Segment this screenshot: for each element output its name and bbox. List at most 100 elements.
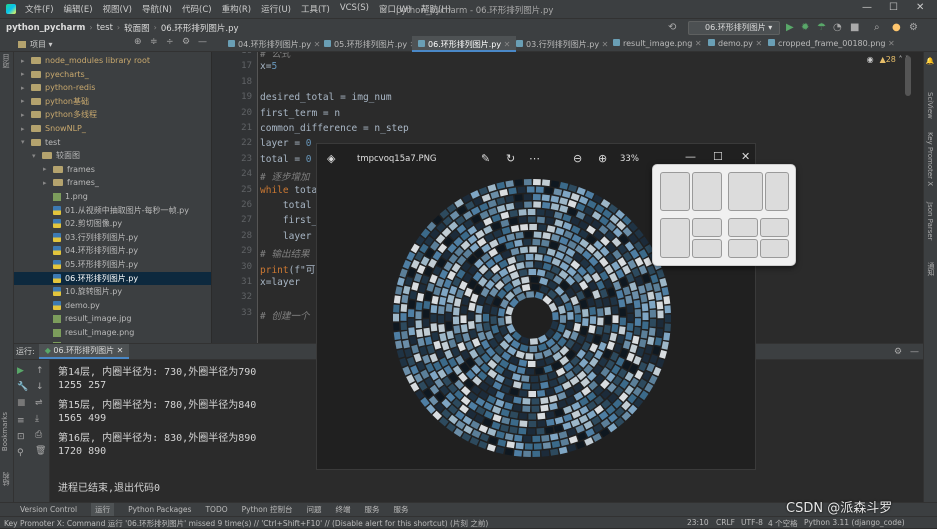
chevron-right-icon[interactable]: ▸ xyxy=(43,179,53,187)
snap-quad-bottom-left[interactable] xyxy=(728,239,758,258)
code-line[interactable]: first_term = n xyxy=(260,108,340,119)
editor-tab[interactable]: 04.环形排列图片.py ✕ xyxy=(222,36,326,52)
update-icon[interactable]: ● xyxy=(892,22,901,33)
bottom-tool-tab[interactable]: Version Control xyxy=(20,505,77,514)
snap-two-thirds-left[interactable] xyxy=(728,172,763,211)
structure-tool-label[interactable]: 结构 xyxy=(1,472,11,486)
code-line[interactable]: while tota xyxy=(260,185,317,196)
project-panel-title[interactable]: 项目 xyxy=(30,39,46,50)
bottom-tool-tab[interactable]: 服务 xyxy=(365,504,380,515)
editor-scrollbar[interactable] xyxy=(905,56,911,96)
stop-icon[interactable]: ■ xyxy=(850,22,859,33)
run-icon[interactable]: ▶ xyxy=(786,22,794,33)
menu-item[interactable]: 代码(C) xyxy=(177,3,217,15)
collapse-icon[interactable]: ≑ xyxy=(150,37,158,47)
profile-icon[interactable]: ◔ xyxy=(833,22,842,33)
snap-left-column[interactable] xyxy=(660,218,690,258)
chevron-right-icon[interactable]: ▸ xyxy=(21,70,31,78)
bottom-tool-tab[interactable]: Python 控制台 xyxy=(242,504,293,515)
close-tab-icon[interactable]: ✕ xyxy=(753,39,762,48)
code-line[interactable]: # 公式 xyxy=(260,52,290,60)
status-message[interactable]: Key Promoter X: Command 运行 '06.环形排列图片' m… xyxy=(4,518,488,529)
project-tree-item[interactable]: ▾ test xyxy=(14,136,60,149)
menu-item[interactable]: 工具(T) xyxy=(296,3,335,15)
settings-gear-icon[interactable]: ⚙ xyxy=(894,347,902,357)
project-tree-item[interactable]: result_image.jpg xyxy=(14,312,131,325)
zoom-level[interactable]: 33% xyxy=(620,154,639,164)
trash-icon[interactable]: 🗑 xyxy=(35,446,46,456)
arrow-up-icon[interactable]: ↑ xyxy=(36,366,44,376)
debug-icon[interactable]: ✹ xyxy=(801,22,809,33)
bottom-tool-tab[interactable]: Python Packages xyxy=(128,505,191,514)
zoom-in-icon[interactable]: ⊕ xyxy=(598,152,607,165)
scroll-to-end-icon[interactable]: ⤓ xyxy=(35,414,39,424)
project-tree-item[interactable]: 05.环形排列图片.py xyxy=(14,258,138,271)
run-config-selector[interactable]: 06.环形排列图片 ▾ xyxy=(688,21,780,35)
code-line[interactable]: print(f"可 xyxy=(260,262,315,276)
settings-gear-icon[interactable]: ⚙ xyxy=(909,22,918,33)
code-line[interactable]: # 逐步增加 xyxy=(260,169,309,183)
chevron-right-icon[interactable]: ▸ xyxy=(21,111,31,119)
menu-item[interactable]: 编辑(E) xyxy=(59,3,98,15)
project-tree-item[interactable]: 04.环形排列图片.py xyxy=(14,244,138,257)
project-tree-item[interactable]: ▸ python多线程 xyxy=(14,108,97,121)
project-tree-item[interactable]: ▸ SnowNLP_ xyxy=(14,122,86,135)
chevron-right-icon[interactable]: ▸ xyxy=(21,125,31,133)
project-tree-item[interactable]: ▸ node_modules library root xyxy=(14,54,150,67)
breadcrumb-subfolder[interactable]: 较面图 xyxy=(124,22,150,34)
project-tree-item[interactable]: 01.从视频中抽取图片-每秒一帧.py xyxy=(14,204,189,217)
menu-item[interactable]: 导航(N) xyxy=(137,3,177,15)
chevron-down-icon[interactable]: ▾ xyxy=(32,152,42,160)
breadcrumb-project[interactable]: python_pycharm xyxy=(6,23,85,33)
project-tool-label[interactable]: 项目 xyxy=(1,54,11,68)
project-tree-item[interactable]: demo.py xyxy=(14,299,100,312)
camera-icon[interactable]: ⊡ xyxy=(17,432,25,442)
project-tree-item[interactable]: ▾ 较面图 xyxy=(14,149,80,162)
editor-tab[interactable]: result_image.png ✕ xyxy=(607,36,708,52)
interpreter-selector[interactable]: Python 3.11 (django_code) xyxy=(804,518,905,527)
editor-tab[interactable]: cropped_frame_00180.png ✕ xyxy=(762,36,901,52)
close-icon[interactable]: ✕ xyxy=(916,2,924,13)
code-line[interactable]: x=layer xyxy=(260,277,300,288)
cursor-position[interactable]: 23:10 xyxy=(687,518,709,527)
project-tree-item[interactable]: 10.旋转图片.py xyxy=(14,285,122,298)
minimize-icon[interactable]: — xyxy=(862,2,872,13)
bottom-tool-tab[interactable]: 问题 xyxy=(307,504,322,515)
snap-half-right[interactable] xyxy=(692,172,722,211)
code-line[interactable]: desired_total = img_num xyxy=(260,92,392,103)
project-tree-item[interactable]: 02.剪切图像.py xyxy=(14,217,122,230)
code-line[interactable]: x=5 xyxy=(260,61,277,72)
code-line[interactable]: # 创建一个 xyxy=(260,308,309,322)
chevron-right-icon[interactable]: ▸ xyxy=(43,165,53,173)
rotate-icon[interactable]: ↻ xyxy=(506,152,515,165)
hide-icon[interactable]: — xyxy=(198,37,207,47)
snap-one-third-right[interactable] xyxy=(765,172,789,211)
run-tab[interactable]: ◆ 06.环形排列图片 ✕ xyxy=(38,344,130,359)
maximize-icon[interactable]: ☐ xyxy=(889,2,898,13)
close-icon[interactable]: ✕ xyxy=(741,150,750,163)
editor-tab[interactable]: 05.环形排列图片.py ✕ xyxy=(318,36,422,52)
coverage-icon[interactable]: ☂ xyxy=(817,22,826,33)
search-icon[interactable]: ⌕ xyxy=(874,22,880,33)
project-tree-item[interactable]: ▸ frames xyxy=(14,163,95,176)
project-tree-item[interactable]: ▸ python-redis xyxy=(14,81,95,94)
snap-quad-bottom-right[interactable] xyxy=(760,239,789,258)
bottom-tool-tab[interactable]: TODO xyxy=(205,505,227,514)
sciview-tool-label[interactable]: SciView xyxy=(926,92,934,119)
print-icon[interactable]: ⎙ xyxy=(35,430,42,440)
rerun-icon[interactable]: ▶ xyxy=(17,366,24,376)
menu-item[interactable]: 视图(V) xyxy=(98,3,137,15)
soft-wrap-icon[interactable]: ⇌ xyxy=(35,398,43,408)
menu-item[interactable]: VCS(S) xyxy=(335,3,374,15)
close-tab-icon[interactable]: ✕ xyxy=(692,39,702,48)
notifications-tool-label[interactable]: 通知 xyxy=(926,262,936,276)
chevron-right-icon[interactable]: ▸ xyxy=(21,97,31,105)
stop-icon[interactable]: ■ xyxy=(17,398,26,408)
project-tree-item[interactable]: ▸ python基础 xyxy=(14,95,89,108)
editor-tab[interactable]: 06.环形排列图片.py ✕ xyxy=(412,36,517,52)
pin-icon[interactable]: ⚲ xyxy=(17,448,24,458)
code-line[interactable]: layer xyxy=(260,231,312,242)
breadcrumb-folder[interactable]: test xyxy=(97,23,113,33)
project-tree-item[interactable]: 1.png xyxy=(14,190,88,203)
back-arrow-icon[interactable]: ⟲ xyxy=(668,22,676,33)
